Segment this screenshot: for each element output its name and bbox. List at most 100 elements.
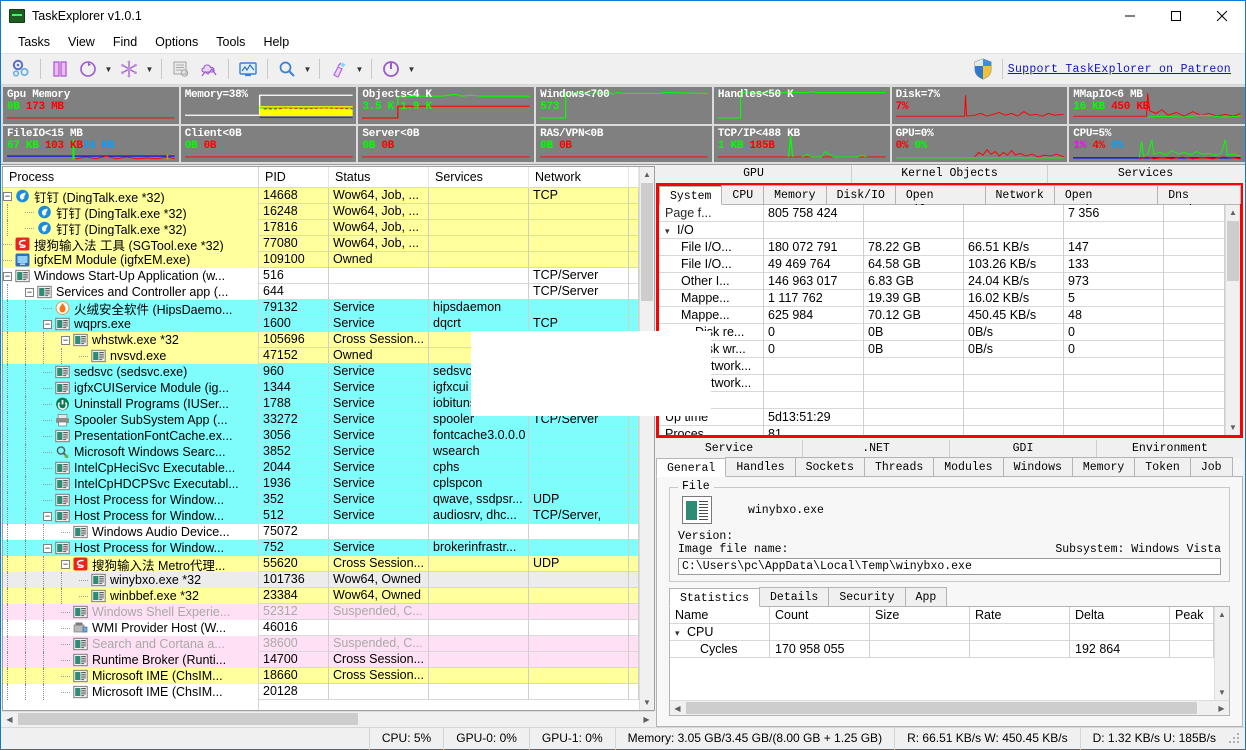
scroll-down-arrow-icon[interactable]: ▼ <box>1215 685 1229 700</box>
system-tab-cpu[interactable]: CPU <box>721 185 764 204</box>
menu-item-view[interactable]: View <box>59 33 104 51</box>
image-file-path-field[interactable]: C:\Users\pc\AppData\Local\Temp\winybxo.e… <box>678 558 1221 575</box>
details-tab-general[interactable]: General <box>656 458 726 477</box>
system-tab-open-sockets[interactable]: Open Sockets <box>1054 185 1158 204</box>
shield-icon[interactable] <box>973 58 993 80</box>
system-info-row[interactable]: Page f...805 758 4247 356 <box>659 205 1225 222</box>
process-tree-row[interactable]: −搜狗输入法 Metro代理... <box>3 556 258 572</box>
scrollbar-thumb[interactable] <box>1227 221 1239 281</box>
graph-handles[interactable]: Handles<50 K <box>714 87 890 124</box>
process-tree-row[interactable]: 搜狗输入法 工具 (SGTool.exe *32) <box>3 236 258 252</box>
details-tab-sockets[interactable]: Sockets <box>795 457 865 476</box>
settings-gears-icon[interactable] <box>7 56 35 82</box>
hscrollbar-thumb[interactable] <box>18 713 358 725</box>
details-tab-threads[interactable]: Threads <box>864 457 934 476</box>
process-grid-row[interactable]: 2044Servicecphs <box>259 460 639 476</box>
system-info-row[interactable]: File I/O...180 072 79178.22 GB66.51 KB/s… <box>659 239 1225 256</box>
system-info-row[interactable]: Disk re...00B0B/s0 <box>659 324 1225 341</box>
menu-item-tools[interactable]: Tools <box>207 33 254 51</box>
stat-tab-details[interactable]: Details <box>759 587 829 606</box>
search-icon[interactable] <box>273 56 301 82</box>
statistics-vertical-scrollbar[interactable]: ▲ ▼ <box>1214 607 1229 700</box>
statistics-row[interactable]: Cycles170 958 055192 864 <box>670 641 1214 658</box>
minimize-button[interactable] <box>1107 1 1153 31</box>
process-tree-row[interactable]: igfxEM Module (igfxEM.exe) <box>3 252 258 268</box>
scroll-right-arrow-icon[interactable]: ▶ <box>639 712 654 726</box>
stat-header-delta[interactable]: Delta <box>1070 607 1170 624</box>
group-tab-kernel-objects[interactable]: Kernel Objects <box>852 165 1048 183</box>
process-grid-row[interactable]: 14668Wow64, Job, ...TCP <box>259 188 639 204</box>
system-tab-disk-io[interactable]: Disk/IO <box>826 185 896 204</box>
process-tree-row[interactable]: Microsoft Windows Searc... <box>3 444 258 460</box>
system-info-row[interactable]: Other I...146 963 0176.83 GB24.04 KB/s97… <box>659 273 1225 290</box>
chevron-down-icon[interactable]: ▾ <box>675 625 687 641</box>
process-grid-row[interactable]: 644TCP/Server <box>259 284 639 300</box>
refresh-icon[interactable] <box>74 56 102 82</box>
graph-ras-vpn[interactable]: RAS/VPN<0B 0B 0B <box>536 126 712 163</box>
details-tab-handles[interactable]: Handles <box>725 457 795 476</box>
statistics-row[interactable]: ▾CPU <box>670 624 1214 641</box>
cleanup-brush-icon[interactable] <box>325 56 353 82</box>
process-tree-row[interactable]: Spooler SubSystem App (... <box>3 412 258 428</box>
tree-collapse-toggle[interactable]: − <box>25 288 34 297</box>
process-tree-row[interactable]: −Services and Controller app (... <box>3 284 258 300</box>
graph-windows[interactable]: Windows<700 573 <box>536 87 712 124</box>
menu-item-tasks[interactable]: Tasks <box>9 33 59 51</box>
scroll-right-arrow-icon[interactable]: ▶ <box>1214 701 1229 715</box>
system-tab-memory[interactable]: Memory <box>763 185 826 204</box>
column-header-pid[interactable]: PID <box>259 167 329 188</box>
graph-objects[interactable]: Objects<4 K 3.5 K 1.9 K <box>358 87 534 124</box>
system-info-row[interactable]: Network... <box>659 375 1225 392</box>
hscrollbar-thumb[interactable] <box>686 702 1197 714</box>
process-tree-row[interactable]: igfxCUIService Module (ig... <box>3 380 258 396</box>
process-grid-row[interactable]: 52312Suspended, C... <box>259 604 639 620</box>
process-tree-row[interactable]: Search and Cortana a... <box>3 636 258 652</box>
system-info-row[interactable]: ▾I/O <box>659 222 1225 239</box>
process-tree-row[interactable]: nvsvd.exe <box>3 348 258 364</box>
power-icon[interactable] <box>377 56 405 82</box>
process-grid-row[interactable]: 20128 <box>259 684 639 700</box>
process-grid-row[interactable]: 109100Owned <box>259 252 639 268</box>
graph-mmapio[interactable]: MMapIO<6 MB 16 KB 450 KB <box>1069 87 1245 124</box>
process-tree-row[interactable]: winbbef.exe *32 <box>3 588 258 604</box>
process-grid-row[interactable]: 1600ServicedqcrtTCP <box>259 316 639 332</box>
process-tree-row[interactable]: sedsvc (sedsvc.exe) <box>3 364 258 380</box>
process-tree-header[interactable]: Process <box>3 167 258 188</box>
statistics-horizontal-scrollbar[interactable]: ◀ ▶ <box>670 700 1229 715</box>
details-tab-modules[interactable]: Modules <box>933 457 1003 476</box>
process-grid-row[interactable]: 1936Servicecplspcon <box>259 476 639 492</box>
process-tree-row[interactable]: Windows Shell Experie... <box>3 604 258 620</box>
process-grid-row[interactable]: 16248Wow64, Job, ... <box>259 204 639 220</box>
graph-memory[interactable]: Memory=38% <box>181 87 357 124</box>
process-tree-row[interactable]: Runtime Broker (Runti... <box>3 652 258 668</box>
stat-header-size[interactable]: Size <box>870 607 970 624</box>
scroll-left-arrow-icon[interactable]: ◀ <box>2 712 17 726</box>
system-tab-system[interactable]: System <box>659 186 722 205</box>
tree-collapse-toggle[interactable]: − <box>61 560 70 569</box>
process-grid-row[interactable]: 101736Wow64, Owned <box>259 572 639 588</box>
graph-tcpip[interactable]: TCP/IP<488 KB 1 KB 185B <box>714 126 890 163</box>
process-tree-row[interactable]: winybxo.exe *32 <box>3 572 258 588</box>
scroll-up-arrow-icon[interactable]: ▲ <box>1226 205 1240 220</box>
process-tree-row[interactable]: −Host Process for Window... <box>3 540 258 556</box>
system-info-row[interactable]: Disk wr...00B0B/s0 <box>659 341 1225 358</box>
graph-disk[interactable]: Disk=7% 7% <box>892 87 1068 124</box>
tree-collapse-toggle[interactable]: − <box>43 512 52 521</box>
process-grid-row[interactable]: 77080Wow64, Job, ... <box>259 236 639 252</box>
resize-grip-icon[interactable] <box>1228 732 1242 746</box>
system-info-row[interactable]: File I/O...49 469 76464.58 GB103.26 KB/s… <box>659 256 1225 273</box>
process-grid-row[interactable]: 79132Servicehipsdaemon <box>259 300 639 316</box>
group-tab-gdi[interactable]: GDI <box>950 440 1097 458</box>
scrollbar-thumb[interactable] <box>641 183 653 301</box>
group-tab-services[interactable]: Services <box>1048 165 1243 183</box>
cleanup-dropdown-chevron-icon[interactable]: ▼ <box>353 56 366 82</box>
process-grid-header[interactable]: PID Status Services Network <box>259 167 639 188</box>
search-dropdown-chevron-icon[interactable]: ▼ <box>301 56 314 82</box>
stat-tab-app[interactable]: App <box>905 587 948 606</box>
system-tab-dns-cache[interactable]: Dns Cache <box>1157 185 1241 204</box>
details-tab-job[interactable]: Job <box>1190 457 1233 476</box>
details-tab-memory[interactable]: Memory <box>1072 457 1135 476</box>
process-tree-row[interactable]: Microsoft IME (ChsIM... <box>3 668 258 684</box>
process-grid-row[interactable]: 14700Cross Session... <box>259 652 639 668</box>
column-header-process[interactable]: Process <box>3 167 258 188</box>
